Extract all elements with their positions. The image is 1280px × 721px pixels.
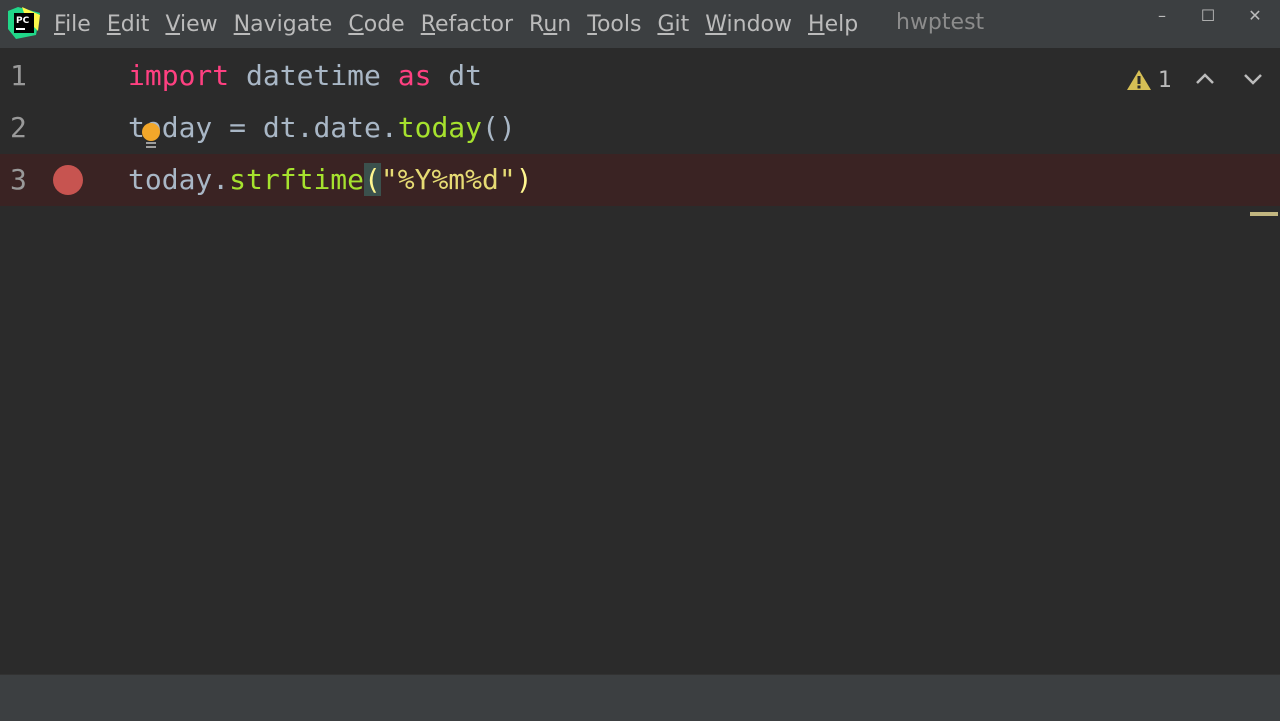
code-line-1[interactable]: 1 import datetime as dt: [0, 50, 1280, 102]
pycharm-logo-icon[interactable]: PC: [8, 7, 40, 39]
menu-item-text: it: [674, 11, 690, 37]
title-bar: PC File Edit View Navigate Code Refactor Run To…: [0, 0, 1280, 48]
menu-item[interactable]: Window: [705, 12, 792, 37]
string-literal: "%Y%m%d": [380, 163, 516, 196]
error-stripe-marker[interactable]: [1250, 212, 1278, 216]
line-number[interactable]: 2: [10, 102, 40, 154]
minimize-button[interactable]: –: [1150, 4, 1174, 28]
open-paren: (: [364, 163, 381, 196]
code-text[interactable]: today.strftime("%Y%m%d"): [128, 154, 533, 206]
chevron-down-icon[interactable]: [1240, 66, 1266, 92]
function-call: strftime: [229, 163, 365, 196]
menu-item-text: R: [529, 11, 544, 37]
call-parens: (): [482, 111, 516, 144]
code-text[interactable]: import datetime as dt: [128, 50, 482, 102]
menu-item-text: indow: [726, 11, 793, 37]
code-line-3[interactable]: 3 today.strftime("%Y%m%d"): [0, 154, 1280, 206]
menu-item-text: iew: [180, 11, 218, 37]
main-menu: File Edit View Navigate Code Refactor Run Tools…: [54, 0, 874, 48]
menu-item-text: ode: [363, 11, 405, 37]
menu-item-mnemonic: G: [657, 11, 675, 37]
menu-item-text: elp: [824, 11, 859, 37]
chevron-up-icon[interactable]: [1192, 66, 1218, 92]
menu-item-mnemonic: R: [420, 11, 436, 37]
menu-item-mnemonic: T: [587, 11, 597, 37]
module-name: datetime: [229, 59, 398, 92]
code-line-2[interactable]: 2 today = dt.date.today(): [0, 102, 1280, 154]
status-bar: [0, 674, 1280, 721]
menu-item-text: avigate: [250, 11, 333, 37]
menu-item[interactable]: View: [165, 12, 217, 37]
menu-item-text: ile: [65, 11, 91, 37]
lightbulb-icon[interactable]: [139, 122, 163, 152]
maximize-button[interactable]: ☐: [1196, 4, 1220, 28]
keyword-import: import: [128, 59, 230, 92]
menu-item-text: ools: [596, 11, 642, 37]
keyword-as: as: [397, 59, 432, 92]
menu-item-text: n: [557, 11, 572, 37]
object-ref: today.: [128, 163, 230, 196]
code-text[interactable]: today = dt.date.today(): [128, 102, 516, 154]
menu-item[interactable]: Edit: [107, 12, 150, 37]
menu-item-mnemonic: V: [165, 11, 181, 37]
menu-item[interactable]: Help: [808, 12, 858, 37]
menu-item[interactable]: File: [54, 12, 91, 37]
line-number[interactable]: 3: [10, 154, 40, 206]
function-call: today: [397, 111, 483, 144]
warning-count[interactable]: 1: [1158, 68, 1172, 93]
menu-item-mnemonic: C: [348, 11, 364, 37]
menu-item[interactable]: Navigate: [234, 12, 333, 37]
menu-item-mnemonic: F: [54, 11, 66, 37]
warning-icon[interactable]: [1126, 68, 1152, 92]
menu-item-mnemonic: E: [106, 11, 121, 37]
menu-item-text: efactor: [435, 11, 514, 37]
breakpoint-icon[interactable]: [53, 165, 83, 195]
line-number[interactable]: 1: [10, 50, 40, 102]
code-editor[interactable]: 1 import datetime as dt 2 today = dt.dat…: [0, 48, 1280, 674]
menu-item-mnemonic: u: [543, 11, 558, 37]
menu-item[interactable]: Tools: [587, 12, 641, 37]
menu-item-mnemonic: W: [705, 11, 727, 37]
menu-item-mnemonic: H: [808, 11, 825, 37]
menu-item[interactable]: Refactor: [421, 12, 513, 37]
inspection-widget[interactable]: 1: [1126, 65, 1172, 95]
menu-item[interactable]: Code: [348, 12, 404, 37]
svg-text:PC: PC: [16, 16, 30, 26]
menu-item[interactable]: Run: [529, 12, 571, 37]
close-button[interactable]: ✕: [1243, 4, 1267, 28]
close-paren: ): [515, 163, 533, 196]
menu-item-text: dit: [120, 11, 150, 37]
menu-item-mnemonic: N: [233, 11, 251, 37]
menu-item[interactable]: Git: [657, 12, 689, 37]
project-title: hwptest: [896, 10, 985, 35]
alias-name: dt: [431, 59, 483, 92]
assignment-expr: = dt.date.: [212, 111, 398, 144]
